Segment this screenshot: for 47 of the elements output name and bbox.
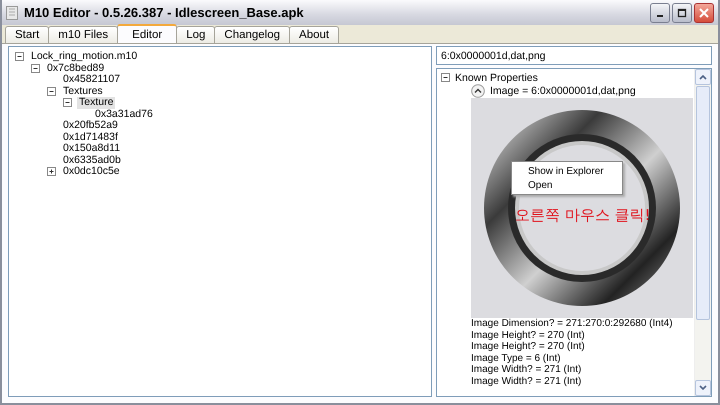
tab[interactable]: m10 Files (48, 26, 118, 43)
tree-item[interactable]: Textures (61, 86, 105, 97)
tree-item[interactable]: 0x6335ad0b (61, 154, 123, 166)
maximize-icon (677, 8, 687, 18)
tree-item[interactable]: 0x20fb52a9 (61, 120, 120, 132)
app-icon (6, 6, 18, 20)
property-row-text: Image Type = 6 (Int) (471, 352, 562, 364)
tree-item[interactable]: Lock_ring_motion.m10 (29, 51, 140, 62)
collapse-icon[interactable] (15, 52, 24, 62)
tab[interactable]: Log (176, 26, 216, 43)
collapse-icon[interactable] (471, 84, 485, 98)
close-icon (698, 6, 710, 18)
tree-item[interactable]: 0x45821107 (61, 74, 122, 86)
property-row-text: Image Height? = 270 (Int) (471, 341, 586, 353)
tree-item[interactable]: 0x3a31ad76 (93, 108, 155, 120)
tree-item[interactable]: 0x0dc10c5e (61, 166, 122, 178)
property-row-text: Image Dimension? = 271:270:0:292680 (Int4) (471, 318, 674, 330)
collapse-icon[interactable] (63, 98, 72, 108)
tree-item[interactable]: 0x150a8d11 (61, 143, 122, 154)
property-row-text: Image Width? = 271 (Int) (471, 364, 582, 376)
image-label: Image = 6:0x0000001d,dat,png (490, 85, 636, 97)
tree-item[interactable]: Texture (77, 97, 116, 108)
tab[interactable]: Changelog (214, 26, 290, 43)
scroll-thumb[interactable] (696, 86, 710, 320)
expand-icon[interactable] (47, 167, 56, 176)
collapse-icon[interactable] (31, 64, 40, 73)
collapse-icon[interactable] (441, 73, 450, 82)
tree-item[interactable]: 0x7c8bed89 (45, 62, 106, 74)
annotation-text: 오른쪽 마우스 클릭! (515, 206, 651, 225)
menu-item[interactable]: Open (512, 178, 622, 192)
tree-item[interactable]: 0x1d71483f (61, 132, 120, 143)
window-title: M10 Editor - 0.5.26.387 - Idlescreen_Base.apk (24, 5, 305, 20)
scroll-up-button[interactable] (695, 69, 711, 85)
minimize-icon (657, 14, 663, 16)
maximize-button[interactable] (672, 2, 692, 22)
menu-item[interactable]: Show in Explorer (512, 164, 622, 178)
path-field[interactable]: 6:0x0000001d,dat,png (436, 46, 712, 65)
tab[interactable]: Editor (117, 24, 178, 43)
property-row-text: Image Width? = 271 (Int) (471, 376, 582, 388)
minimize-button[interactable] (650, 2, 670, 22)
collapse-icon[interactable] (47, 86, 56, 96)
tab[interactable]: Start (5, 26, 50, 43)
property-row-text: Image Height? = 270 (Int) (471, 330, 586, 342)
tab[interactable]: About (289, 26, 340, 43)
scroll-down-button[interactable] (695, 380, 711, 396)
close-button[interactable] (694, 2, 714, 22)
group-label: Known Properties (455, 72, 538, 84)
